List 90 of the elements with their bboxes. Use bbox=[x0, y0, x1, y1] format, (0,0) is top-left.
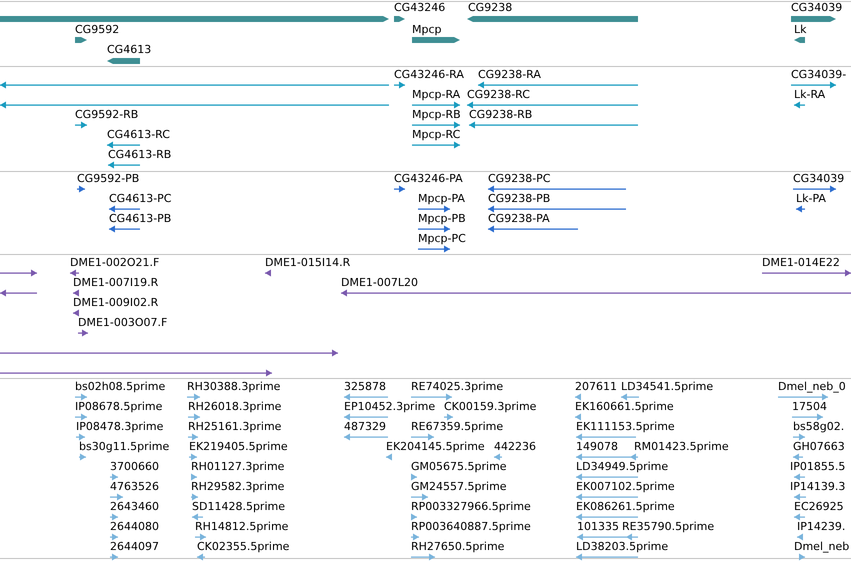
feature-label: CG34039 bbox=[793, 172, 844, 186]
feature-label: bs30g11.5prime bbox=[79, 440, 170, 454]
feature-label: DME1-007L20 bbox=[341, 276, 418, 290]
feature-label: Dmel_neb bbox=[794, 540, 850, 554]
feature-label: RP003640887.5prime bbox=[411, 520, 531, 534]
feature-label: Dmel_neb_0 bbox=[778, 380, 846, 394]
feature-label: DME1-009I02.R bbox=[73, 296, 158, 310]
feature-label: RH30388.3prime bbox=[187, 380, 280, 394]
feature-label: RH14812.5prime bbox=[195, 520, 288, 534]
feature-label: CG34039- bbox=[791, 68, 846, 82]
feature-label: GH07663 bbox=[793, 440, 845, 454]
feature-label: CG4613-PB bbox=[109, 212, 172, 226]
feature-label: CG9592-RB bbox=[75, 108, 138, 122]
feature-label: CG9238-RB bbox=[469, 108, 532, 122]
feature-label: EK111153.5prime bbox=[576, 420, 675, 434]
feature-label: CG43246 bbox=[394, 1, 446, 15]
feature-label: DME1-014E22 bbox=[762, 256, 840, 270]
feature-label: IP14139.3 bbox=[790, 480, 846, 494]
feature-label: EK007102.5prime bbox=[576, 480, 675, 494]
feature-label: 3700660 bbox=[110, 460, 159, 474]
feature-label: RH27650.5prime bbox=[411, 540, 504, 554]
feature-label: DME1-015I14.R bbox=[265, 256, 350, 270]
feature-label: CG4613-RC bbox=[107, 128, 170, 142]
feature-label: CG9238-PA bbox=[488, 212, 550, 226]
feature-label: LD34541.5prime bbox=[621, 380, 714, 394]
feature-label: Lk-PA bbox=[796, 192, 826, 206]
feature-label: LD34949.5prime bbox=[576, 460, 668, 474]
feature-label: CK02355.5prime bbox=[197, 540, 290, 554]
feature-label: RE74025.3prime bbox=[411, 380, 504, 394]
feature-label: 442236 bbox=[494, 440, 536, 454]
feature-label: 149078 bbox=[576, 440, 618, 454]
feature-label: 2644080 bbox=[110, 520, 159, 534]
feature-label: Lk bbox=[794, 23, 806, 37]
feature-label: DME1-002O21.F bbox=[70, 256, 160, 270]
feature-label: RP003327966.5prime bbox=[411, 500, 531, 514]
feature-label: 2643460 bbox=[110, 500, 159, 514]
feature-label: bs58g02. bbox=[793, 420, 844, 434]
feature-label: CG34039 bbox=[791, 1, 842, 15]
feature-label: IP08678.5prime bbox=[75, 400, 162, 414]
feature-label: CG9592 bbox=[75, 23, 120, 37]
feature-label: RH26018.3prime bbox=[188, 400, 282, 414]
feature-label: EK204145.5prime bbox=[386, 440, 485, 454]
feature-label: GM05675.5prime bbox=[411, 460, 507, 474]
feature-label: RE67359.5prime bbox=[411, 420, 504, 434]
feature-label: EC26925 bbox=[794, 500, 844, 514]
feature-label: Mpcp-RA bbox=[412, 88, 460, 102]
feature-label: CG4613 bbox=[107, 43, 152, 57]
feature-label: CG9238-PB bbox=[488, 192, 550, 206]
feature-label: 207611 bbox=[575, 380, 617, 394]
feature-label: RE35790.5prime bbox=[622, 520, 714, 534]
feature-label: EK160661.5prime bbox=[575, 400, 674, 414]
feature-label: RH01127.3prime bbox=[191, 460, 284, 474]
feature-label: 487329 bbox=[344, 420, 386, 434]
feature-label: 325878 bbox=[344, 380, 386, 394]
feature-label: Mpcp-PB bbox=[418, 212, 466, 226]
feature-label: CG9238-RC bbox=[467, 88, 530, 102]
feature-label: CG9238 bbox=[468, 1, 512, 15]
feature-label: CK00159.3prime bbox=[444, 400, 536, 414]
feature-label: IP14239. bbox=[797, 520, 846, 534]
feature-label: Mpcp-RC bbox=[412, 128, 460, 142]
feature-label: bs02h08.5prime bbox=[75, 380, 166, 394]
feature-label: LD38203.5prime bbox=[576, 540, 668, 554]
feature-label: GM24557.5prime bbox=[411, 480, 507, 494]
feature-label: EK086261.5prime bbox=[576, 500, 675, 514]
feature-label: CG9592-PB bbox=[77, 172, 140, 186]
feature-label: Lk-RA bbox=[794, 88, 826, 102]
feature-label: Mpcp bbox=[412, 23, 442, 37]
feature-label: 101335 bbox=[577, 520, 619, 534]
feature-label: DME1-007I19.R bbox=[73, 276, 158, 290]
feature-label: Mpcp-RB bbox=[412, 108, 461, 122]
feature-label: CG4613-RB bbox=[108, 148, 172, 162]
feature-label: CG9238-RA bbox=[478, 68, 541, 82]
feature-label: IP01855.5 bbox=[790, 460, 846, 474]
feature-label: EP10452.3prime bbox=[344, 400, 436, 414]
feature-label: IP08478.3prime bbox=[76, 420, 164, 434]
feature-label: RH29582.3prime bbox=[191, 480, 284, 494]
feature-label: CG43246-PA bbox=[394, 172, 463, 186]
feature-label: CG4613-PC bbox=[109, 192, 172, 206]
feature-label: 2644097 bbox=[110, 540, 159, 554]
feature-label: CG9238-PC bbox=[488, 172, 550, 186]
feature-label: Mpcp-PC bbox=[418, 232, 466, 246]
feature-label: RM01423.5prime bbox=[634, 440, 729, 454]
feature-label: RH25161.3prime bbox=[188, 420, 282, 434]
feature-label: DME1-003O07.F bbox=[78, 316, 168, 330]
feature-label: SD11428.5prime bbox=[192, 500, 285, 514]
feature-label: 4763526 bbox=[110, 480, 159, 494]
feature-label: CG43246-RA bbox=[394, 68, 464, 82]
feature-label: Mpcp-PA bbox=[418, 192, 465, 206]
feature-label: EK219405.5prime bbox=[189, 440, 288, 454]
feature-label: 17504 bbox=[792, 400, 827, 414]
